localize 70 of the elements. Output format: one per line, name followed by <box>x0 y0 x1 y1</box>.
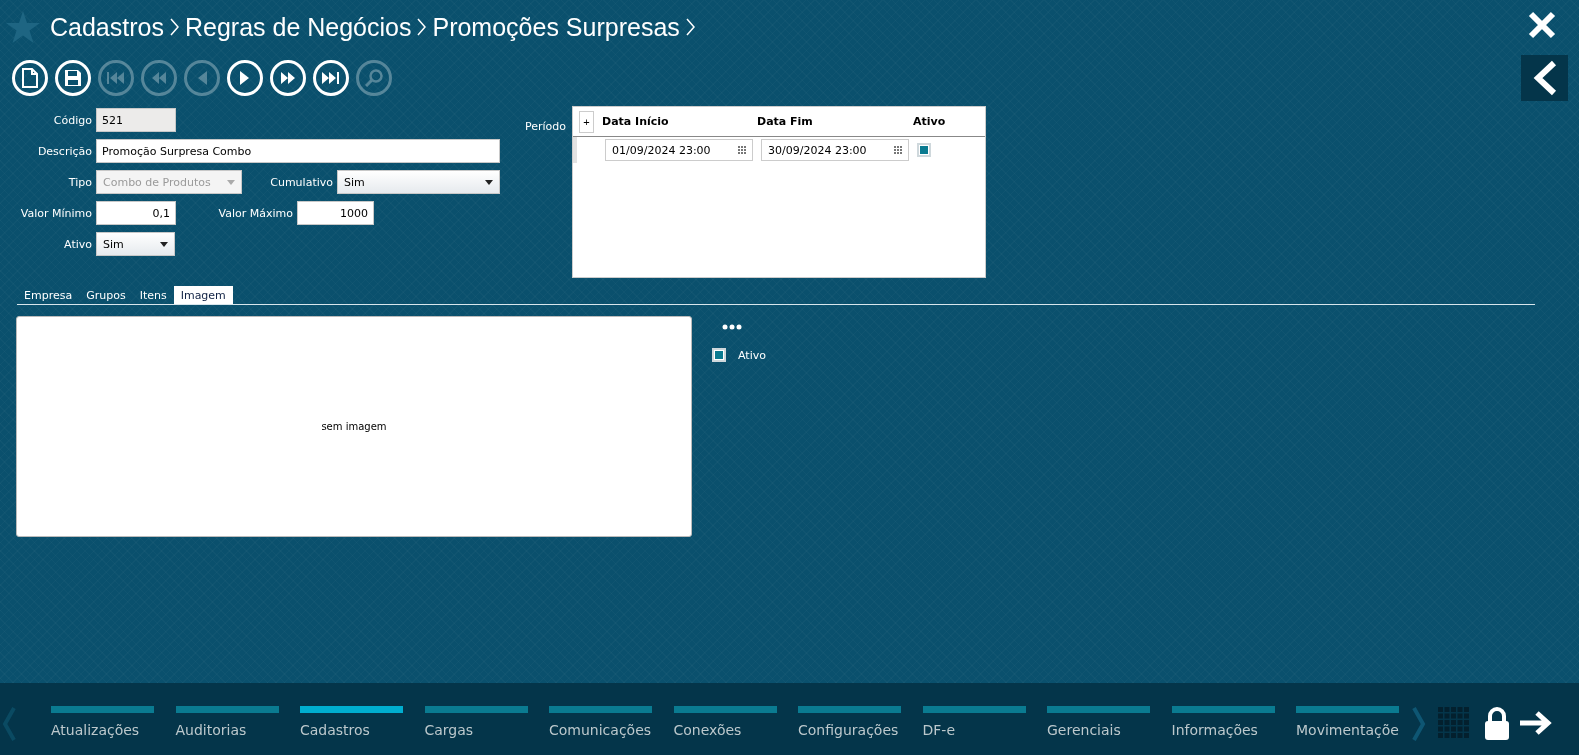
checkbox[interactable] <box>712 348 726 362</box>
lock-icon[interactable] <box>1484 707 1510 741</box>
column-header: Data Início <box>602 115 670 128</box>
rewind-icon <box>151 72 167 84</box>
forward-button[interactable] <box>270 60 306 96</box>
fast-forward-icon <box>280 72 296 84</box>
module-tab[interactable]: Informações <box>1171 706 1275 742</box>
breadcrumb-item[interactable]: Cadastros <box>50 12 164 42</box>
skip-forward-icon <box>322 72 340 84</box>
caret-icon <box>160 241 168 247</box>
maximum-value-field[interactable]: 1000 <box>297 201 374 225</box>
document-icon <box>22 68 38 88</box>
chevron-left-icon <box>1531 60 1558 96</box>
play-icon <box>240 71 250 85</box>
arrow-right-icon[interactable] <box>1520 711 1552 735</box>
minimum-value-field[interactable]: 0,1 <box>96 201 176 225</box>
breadcrumb-item[interactable]: Regras de Negócios <box>184 12 412 42</box>
field-label: Tipo <box>67 175 93 189</box>
module-tab[interactable]: DF-e <box>922 706 1026 742</box>
breadcrumb-item[interactable]: Promoções Surpresas <box>432 12 680 42</box>
module-tab[interactable]: Gerenciais <box>1047 706 1150 742</box>
cumulative-select[interactable]: Sim <box>337 170 500 194</box>
caret-icon <box>227 179 235 185</box>
tab[interactable]: Itens <box>132 286 174 304</box>
field-label: Ativo <box>63 237 93 251</box>
next-button[interactable] <box>227 60 263 96</box>
module-tab[interactable]: Movimentaçõe <box>1296 706 1399 742</box>
date-field[interactable]: 01/09/2024 23:00 <box>605 139 753 161</box>
field-label: Cumulativo <box>269 175 334 189</box>
add-row-button[interactable]: + <box>579 110 594 133</box>
checkbox[interactable] <box>917 143 931 157</box>
field-label: Descrição <box>36 144 93 158</box>
module-tab[interactable]: Conexões <box>673 706 777 742</box>
last-button[interactable] <box>313 60 349 96</box>
module-tab[interactable]: Comunicações <box>549 706 652 742</box>
period-label: Período <box>523 119 567 135</box>
chevron-right-icon <box>417 18 427 36</box>
caret-icon <box>485 179 493 185</box>
save-button[interactable] <box>55 60 91 96</box>
close-icon <box>1527 10 1557 40</box>
chevron-right-icon <box>685 18 695 36</box>
description-field[interactable]: Promoção Surpresa Combo <box>96 139 500 163</box>
previous-icon <box>197 71 207 85</box>
tab[interactable]: Empresa <box>17 286 80 304</box>
grid-icon <box>738 146 746 154</box>
column-header: Ativo <box>913 115 947 128</box>
search-icon <box>365 69 383 87</box>
back-button[interactable] <box>1521 55 1568 101</box>
chevron-right-icon <box>169 18 179 36</box>
grid-icon <box>894 146 902 154</box>
tab[interactable]: Imagem <box>173 286 233 304</box>
module-tab[interactable]: Atualizações <box>51 706 154 742</box>
save-icon <box>64 69 82 87</box>
field-label: Valor Mínimo <box>19 206 93 220</box>
module-tab[interactable]: Auditorias <box>175 706 279 742</box>
new-button[interactable] <box>12 60 48 96</box>
field-label: Código <box>52 113 93 127</box>
column-header: Data Fim <box>757 115 814 128</box>
module-tab[interactable]: Cargas <box>424 706 528 742</box>
module-tab[interactable]: Configurações <box>798 706 901 742</box>
field-label: Valor Máximo <box>217 206 294 220</box>
module-tab[interactable]: Cadastros <box>300 706 403 742</box>
tab[interactable]: Grupos <box>79 286 133 304</box>
close-button[interactable] <box>1527 10 1557 40</box>
active-select[interactable]: Sim <box>96 232 175 256</box>
date-field[interactable]: 30/09/2024 23:00 <box>761 139 909 161</box>
checkbox-label: Ativo <box>738 348 766 362</box>
more-icon[interactable] <box>722 324 742 330</box>
empty-image-text: sem imagem <box>321 421 387 432</box>
skip-back-icon <box>107 72 125 84</box>
